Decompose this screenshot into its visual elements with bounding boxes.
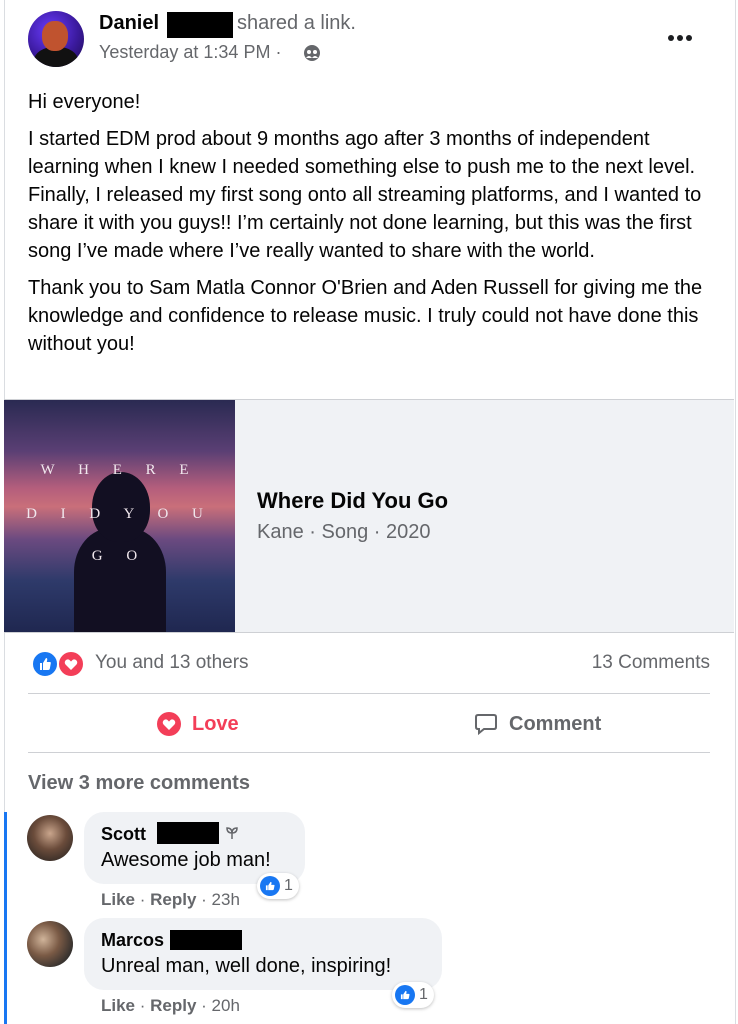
more-options-icon[interactable] <box>668 28 698 48</box>
comment-bubble: Marcos Unreal man, well done, inspiring! <box>84 918 442 990</box>
like-reaction-icon <box>31 650 59 678</box>
comment-meta: Like · Reply · 20h <box>101 996 240 1015</box>
cover-text-line: W H E R E <box>40 462 199 478</box>
author-avatar[interactable] <box>28 11 84 67</box>
redaction-bar <box>157 822 219 844</box>
commenter-name[interactable]: Marcos <box>101 930 164 951</box>
reaction-summary[interactable]: You and 13 others <box>95 652 249 674</box>
comment-count[interactable]: 13 Comments <box>592 652 710 674</box>
author-name[interactable]: Daniel <box>99 12 159 35</box>
cover-text-line: G O <box>91 548 148 564</box>
redaction-bar <box>167 12 233 38</box>
shared-link-text: shared a link. <box>237 12 356 34</box>
like-reaction-icon <box>260 876 280 896</box>
comment-label: Comment <box>509 712 602 735</box>
divider <box>28 752 710 753</box>
post-timestamp[interactable]: Yesterday at 1:34 PM · <box>99 42 281 63</box>
comment-like-button[interactable]: Like <box>101 996 135 1015</box>
view-more-comments-link[interactable]: View 3 more comments <box>28 772 250 795</box>
love-heart-icon <box>157 712 181 736</box>
link-preview-card[interactable]: W H E R E D I D Y O U G O Where Did You … <box>4 399 734 633</box>
comment-reply-button[interactable]: Reply <box>150 890 196 909</box>
commenter-name[interactable]: Scott <box>101 824 146 845</box>
post-body: Hi everyone! I started EDM prod about 9 … <box>28 88 718 367</box>
comment-text: Awesome job man! <box>101 849 271 871</box>
comment-reaction-count: 1 <box>284 877 293 894</box>
comment-meta: Like · Reply · 23h <box>101 890 240 909</box>
post-paragraph: I started EDM prod about 9 months ago af… <box>28 128 702 262</box>
friends-audience-icon[interactable] <box>303 44 321 62</box>
link-title[interactable]: Where Did You Go <box>257 488 448 514</box>
love-label: Love <box>192 712 239 735</box>
redaction-bar <box>170 930 242 950</box>
comment-time[interactable]: 23h <box>212 890 240 909</box>
comment-like-button[interactable]: Like <box>101 890 135 909</box>
reaction-icons[interactable] <box>31 650 85 678</box>
comment-time[interactable]: 20h <box>212 996 240 1015</box>
comment-reaction-count: 1 <box>419 986 428 1003</box>
comment-reaction-badge[interactable]: 1 <box>392 982 434 1008</box>
comment-bubble-icon <box>475 714 497 736</box>
comment-reaction-badge[interactable]: 1 <box>257 873 299 899</box>
love-button[interactable]: Love <box>156 702 239 746</box>
post-paragraph: Hi everyone! <box>28 91 141 113</box>
song-cover-art: W H E R E D I D Y O U G O <box>4 400 235 632</box>
comment-text: Unreal man, well done, inspiring! <box>101 955 392 977</box>
new-member-sprout-icon <box>226 827 238 839</box>
post-paragraph: Thank you to Sam Matla Connor O'Brien an… <box>28 277 703 355</box>
commenter-avatar[interactable] <box>27 921 73 967</box>
cover-silhouette <box>74 528 166 632</box>
commenter-avatar[interactable] <box>27 815 73 861</box>
avatar-face <box>42 21 68 51</box>
divider <box>28 693 710 694</box>
comment-reply-button[interactable]: Reply <box>150 996 196 1015</box>
comment-thread-indicator <box>4 812 7 1024</box>
comment-button[interactable]: Comment <box>473 702 601 746</box>
love-reaction-icon <box>57 650 85 678</box>
link-subtitle: Kane · Song · 2020 <box>257 521 431 543</box>
cover-text-line: D I D Y O U <box>26 506 213 522</box>
like-reaction-icon <box>395 985 415 1005</box>
